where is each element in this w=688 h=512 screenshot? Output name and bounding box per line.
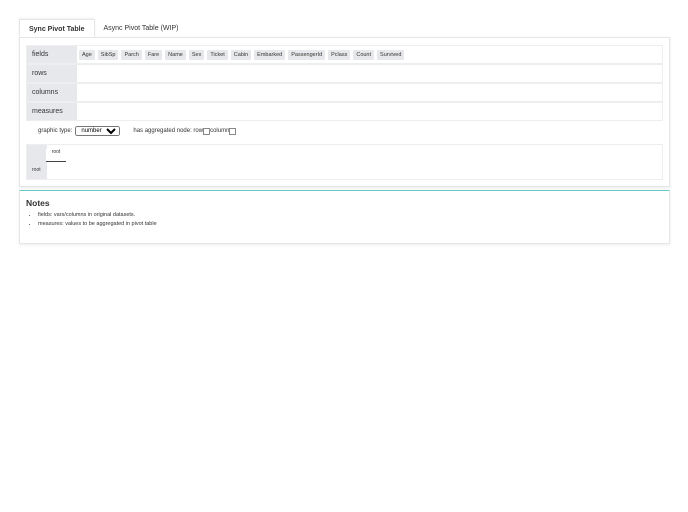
field-chip-name[interactable]: Name: [165, 49, 186, 60]
tab-bar: Sync Pivot Table Async Pivot Table (WIP): [19, 19, 187, 37]
columns-label: columns: [27, 84, 77, 101]
pivot-table: root root: [26, 144, 663, 180]
graphic-type-select[interactable]: number: [75, 126, 121, 136]
column-header-root[interactable]: root: [46, 149, 66, 162]
field-chip-embarked[interactable]: Embarked: [254, 49, 286, 60]
notes-title: Notes: [26, 198, 50, 208]
notes-panel: Notes fields: vars/columns in original d…: [19, 190, 670, 244]
measures-row[interactable]: measures: [26, 102, 663, 121]
rows-row[interactable]: rows: [26, 64, 663, 83]
field-chip-cabin[interactable]: Cabin: [230, 49, 252, 60]
field-chip-age[interactable]: Age: [79, 49, 95, 60]
field-chip-passengerid[interactable]: PassengerId: [288, 49, 326, 60]
pivot-corner: [27, 145, 47, 179]
row-checkbox[interactable]: [203, 127, 211, 135]
tab-async-pivot-table[interactable]: Async Pivot Table (WIP): [95, 19, 188, 37]
field-chip-parch[interactable]: Parch: [121, 49, 142, 60]
measures-label: measures: [27, 103, 77, 120]
field-chip-fare[interactable]: Fare: [144, 49, 163, 60]
fields-dropzone[interactable]: Age SibSp Parch Fare Name Sex Ticket Cabin Embar…: [77, 46, 405, 63]
tab-sync-pivot-table[interactable]: Sync Pivot Table: [19, 19, 95, 37]
field-chip-count[interactable]: Count: [353, 49, 375, 60]
column-checkbox-label: column: [210, 128, 230, 134]
pivot-panel: fields Age SibSp Parch Fare Name Sex Ticket Cab…: [19, 37, 670, 187]
columns-row[interactable]: columns: [26, 83, 663, 102]
aggregated-node-label: has aggregated node: row: [133, 128, 204, 134]
row-header-root[interactable]: root: [32, 167, 41, 173]
column-checkbox[interactable]: [229, 127, 237, 135]
fields-row: fields Age SibSp Parch Fare Name Sex Ticket Cab…: [26, 45, 663, 64]
field-chip-ticket[interactable]: Ticket: [207, 49, 228, 60]
field-chip-sex[interactable]: Sex: [188, 49, 205, 60]
note-item: measures: values to be aggregated in piv…: [38, 220, 157, 229]
notes-list: fields: vars/columns in original dataset…: [30, 211, 157, 229]
fields-label: fields: [27, 46, 77, 63]
note-item: fields: vars/columns in original dataset…: [38, 211, 157, 220]
field-chip-sibsp[interactable]: SibSp: [97, 49, 119, 60]
graphic-type-label: graphic type:: [38, 128, 73, 134]
field-chip-pclass[interactable]: Pclass: [328, 49, 351, 60]
options-bar: graphic type: number has aggregated node…: [38, 126, 237, 136]
field-chip-survived[interactable]: Survived: [377, 49, 405, 60]
rows-label: rows: [27, 65, 77, 82]
